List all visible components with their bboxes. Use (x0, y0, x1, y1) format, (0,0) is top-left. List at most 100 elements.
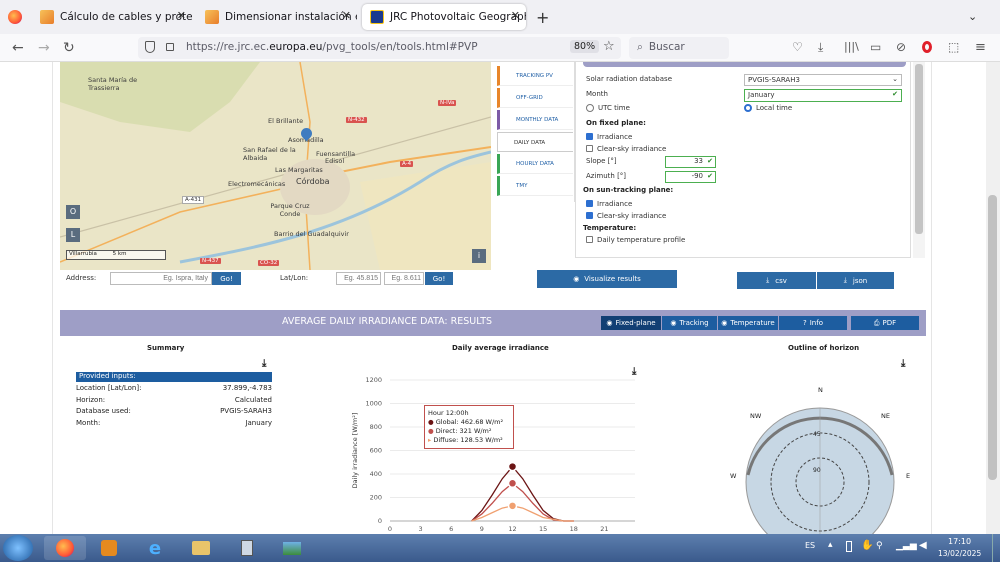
tracking-irradiance-checkbox[interactable] (586, 200, 593, 207)
utc-time-radio[interactable] (586, 104, 594, 112)
close-tab-icon[interactable]: ✕ (511, 9, 520, 22)
firefox-menu-icon[interactable] (8, 10, 22, 24)
signal-icon[interactable]: ▁▃▅ (896, 541, 917, 551)
browser-tab[interactable]: Cálculo de cables y proteccione ✕ (32, 4, 192, 30)
compass-n: N (818, 386, 823, 394)
road-label: A-431 (182, 196, 205, 204)
language-indicator[interactable]: ES (805, 541, 815, 550)
map-zoom-in-button[interactable]: O (66, 205, 80, 219)
address-input[interactable] (110, 272, 212, 285)
download-icon[interactable]: ⤓ (262, 358, 266, 369)
tooltip-direct: ● Direct: 321 W/m² (428, 427, 492, 435)
bookmark-star-icon[interactable]: ☆ (603, 39, 615, 54)
tab-tmy[interactable]: TMY (497, 176, 573, 196)
month-select[interactable]: January ✔ (744, 89, 902, 102)
check-icon: ✔ (892, 90, 898, 98)
tab-hourly-data[interactable]: HOURLY DATA (497, 154, 573, 174)
clock-time[interactable]: 17:10 (948, 537, 971, 546)
scrollbar-thumb[interactable] (988, 195, 997, 480)
temperature-profile-checkbox[interactable] (586, 236, 593, 243)
local-time-radio[interactable] (744, 104, 752, 112)
new-tab-icon[interactable]: + (536, 8, 549, 27)
browser-tab-active[interactable]: JRC Photovoltaic Geographical ✕ (362, 4, 526, 30)
road-label: N-432 (346, 117, 367, 123)
temperature-button[interactable]: ◉ Temperature (718, 316, 778, 330)
photo-viewer-taskbar-icon[interactable] (271, 536, 313, 560)
tracking-button[interactable]: ◉ Tracking (662, 316, 717, 330)
menu-icon[interactable]: ≡ (975, 40, 986, 55)
fixed-clearsky-checkbox[interactable] (586, 145, 593, 152)
tab-daily-data[interactable]: DAILY DATA (497, 132, 573, 152)
database-label: Solar radiation database (586, 75, 672, 83)
download-json-button[interactable]: ⤓ json (817, 272, 894, 289)
forward-icon[interactable]: → (38, 40, 50, 56)
ring-label-90: 90 (813, 467, 821, 474)
network-icon[interactable]: ⚲ (876, 541, 883, 551)
opera-icon[interactable] (922, 41, 932, 53)
fixed-clearsky-label: Clear-sky irradiance (597, 145, 667, 153)
y-tick-label: 1200 (365, 376, 382, 384)
url-text[interactable]: https://re.jrc.ec.europa.eu/pvg_tools/en… (186, 41, 478, 53)
download-icon[interactable]: ⤓ (818, 40, 823, 55)
x-tick-label: 12 (508, 525, 516, 533)
fixed-plane-button[interactable]: ◉ Fixed-plane (601, 316, 661, 330)
shield-icon[interactable] (145, 41, 155, 53)
media-player-taskbar-icon[interactable] (88, 536, 130, 560)
tab-off-grid[interactable]: OFF-GRID (497, 88, 573, 108)
database-select[interactable]: PVGIS-SARAH3 ⌄ (744, 74, 902, 86)
back-icon[interactable]: ← (12, 40, 24, 56)
fixed-irradiance-checkbox[interactable] (586, 133, 593, 140)
pocket-icon[interactable]: ♡ (792, 40, 803, 54)
address-go-button[interactable]: Go! (212, 272, 241, 285)
sun-favicon-icon (205, 10, 219, 24)
zoom-level-badge[interactable]: 80% (570, 40, 600, 53)
firefox-taskbar-icon[interactable] (44, 536, 86, 560)
slope-input[interactable]: 33 ✔ (665, 156, 716, 168)
options-scrollbar-thumb[interactable] (915, 64, 923, 234)
tab-list-icon[interactable]: ⌄ (968, 10, 977, 23)
y-tick-label: 0 (378, 517, 382, 525)
battery-icon[interactable] (846, 541, 852, 552)
lat-input[interactable] (336, 272, 381, 285)
x-tick-label: 3 (419, 525, 423, 533)
show-hidden-icons[interactable]: ▴ (828, 540, 833, 550)
lon-input[interactable] (384, 272, 424, 285)
pdf-button[interactable]: ⎙ PDF (851, 316, 919, 330)
library-icon[interactable]: |||\ (844, 40, 859, 53)
browser-tab[interactable]: Dimensionar instalación este oe ✕ (197, 4, 357, 30)
search-input[interactable]: ⌕ Buscar (629, 37, 729, 59)
horizon-polar-plot (745, 407, 895, 534)
x-tick-label: 15 (539, 525, 547, 533)
tab-tracking-pv[interactable]: TRACKING PV (497, 66, 573, 86)
sidebar-icon[interactable]: ▭ (870, 40, 881, 54)
tab-title: JRC Photovoltaic Geographical (390, 11, 526, 23)
extensions-icon[interactable]: ⬚ (948, 40, 959, 54)
start-button[interactable] (3, 535, 33, 561)
azimuth-input[interactable]: -90 ✔ (665, 171, 716, 183)
show-desktop-button[interactable] (992, 534, 1000, 562)
close-tab-icon[interactable]: ✕ (177, 9, 186, 22)
info-button[interactable]: ? Info (779, 316, 847, 330)
latlon-go-button[interactable]: Go! (425, 272, 453, 285)
check-icon: ✔ (707, 172, 713, 180)
close-tab-icon[interactable]: ✕ (342, 9, 351, 22)
map-info-button[interactable]: i (472, 249, 486, 263)
tab-monthly-data[interactable]: MONTHLY DATA (497, 110, 573, 130)
clock-date[interactable]: 13/02/2025 (938, 549, 981, 558)
tracking-clearsky-checkbox[interactable] (586, 212, 593, 219)
map-view[interactable]: Santa María de Trassierra El Brillante S… (60, 62, 491, 270)
download-icon[interactable]: ⤓ (901, 358, 905, 369)
lock-icon[interactable] (166, 43, 174, 51)
compass-nw: NW (750, 412, 762, 420)
volume-icon[interactable]: ◀ (919, 540, 927, 551)
visualize-results-button[interactable]: ◉ Visualize results (537, 270, 677, 288)
ie-taskbar-icon[interactable]: e (134, 536, 176, 560)
map-zoom-out-button[interactable]: L (66, 228, 80, 242)
cursor-icon: ✋ (861, 540, 874, 551)
summary-row: Month: January (76, 419, 272, 427)
download-csv-button[interactable]: ⤓ csv (737, 272, 816, 289)
reload-icon[interactable]: ↻ (63, 40, 75, 56)
calculator-taskbar-icon[interactable] (226, 536, 268, 560)
block-icon[interactable]: ⊘ (896, 40, 906, 54)
explorer-taskbar-icon[interactable] (180, 536, 222, 560)
